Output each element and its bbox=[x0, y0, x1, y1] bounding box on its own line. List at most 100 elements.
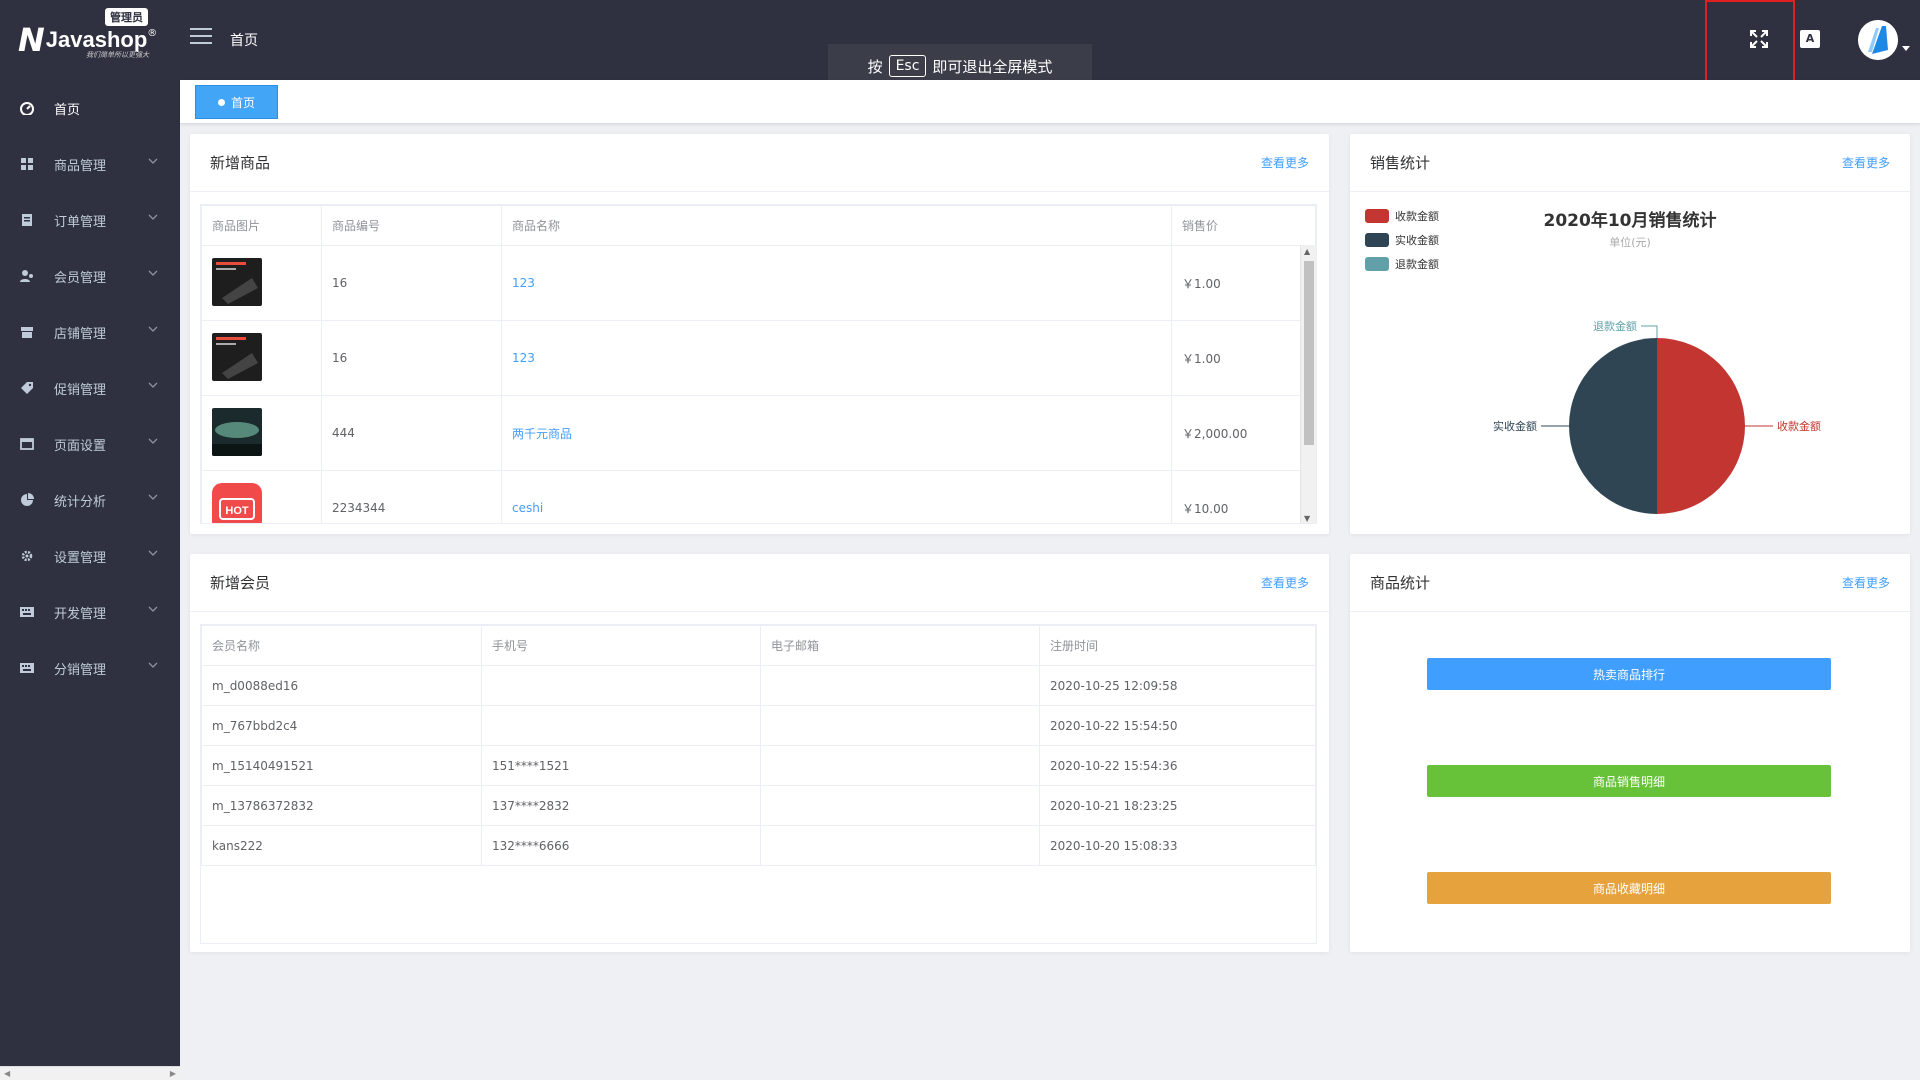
column-header[interactable]: 注册时间 bbox=[1039, 625, 1316, 666]
sidebar-item-6[interactable]: 页面设置 bbox=[0, 416, 180, 472]
breadcrumb: 首页 bbox=[230, 33, 258, 49]
tags-view: 首页 bbox=[180, 80, 1920, 124]
member-name: m_767bbd2c4 bbox=[201, 705, 482, 746]
pie-label: 退款金额 bbox=[1593, 319, 1637, 333]
product-thumbnail[interactable] bbox=[212, 407, 262, 456]
label-leader-line bbox=[1641, 325, 1658, 338]
view-more-link[interactable]: 查看更多 bbox=[1261, 574, 1309, 591]
goods-price: ￥1.00 bbox=[1171, 320, 1316, 396]
avatar[interactable] bbox=[1858, 20, 1898, 60]
table-row: m_15140491521 151****1521 2020-10-22 15:54… bbox=[201, 745, 1316, 786]
column-header[interactable]: 商品名称 bbox=[501, 205, 1172, 246]
avatar-dropdown-icon[interactable] bbox=[1902, 46, 1910, 51]
sidebar-item-label: 订单管理 bbox=[54, 214, 107, 230]
product-thumbnail[interactable]: HOT bbox=[212, 482, 262, 525]
card-title: 新增商品 bbox=[210, 154, 271, 172]
grid-icon bbox=[21, 158, 33, 170]
table-row: m_767bbd2c4 2020-10-22 15:54:50 bbox=[201, 705, 1316, 746]
goods-sn: 16 bbox=[321, 245, 502, 321]
goods-sn: 444 bbox=[321, 395, 502, 471]
goods-name-link[interactable]: 123 bbox=[501, 245, 1172, 321]
sidebar-item-label: 店铺管理 bbox=[54, 326, 107, 342]
scroll-left-arrow-icon[interactable]: ◀ bbox=[4, 1069, 10, 1078]
member-mobile: 151****1521 bbox=[481, 745, 761, 786]
sidebar-item-label: 首页 bbox=[54, 102, 81, 118]
member-mobile: 137****2832 bbox=[481, 785, 761, 826]
column-header[interactable]: 手机号 bbox=[481, 625, 761, 666]
pie-icon bbox=[21, 493, 34, 506]
goods-name-link[interactable]: 123 bbox=[501, 320, 1172, 396]
hot-goods-ranking-button[interactable]: 热卖商品排行 bbox=[1427, 658, 1831, 690]
sidebar-horizontal-scrollbar[interactable]: ◀ ▶ bbox=[0, 1066, 180, 1080]
members-icon bbox=[20, 270, 33, 282]
column-header[interactable]: 销售价 bbox=[1171, 205, 1316, 246]
tag-home[interactable]: 首页 bbox=[195, 85, 279, 119]
chevron-down-icon bbox=[148, 438, 158, 444]
chevron-down-icon bbox=[148, 270, 158, 276]
pie-slice[interactable] bbox=[1657, 338, 1745, 514]
sidebar-item-8[interactable]: 设置管理 bbox=[0, 528, 180, 584]
column-header[interactable]: 商品图片 bbox=[201, 205, 322, 246]
member-name: m_13786372832 bbox=[201, 785, 482, 826]
table-row: 16 123 ￥1.00 bbox=[201, 320, 1316, 396]
sidebar-item-4[interactable]: 店铺管理 bbox=[0, 304, 180, 360]
sidebar-item-0[interactable]: 首页 bbox=[0, 80, 180, 136]
goods-collection-detail-button[interactable]: 商品收藏明细 bbox=[1427, 872, 1831, 904]
avatar-logo-icon bbox=[1858, 20, 1898, 60]
scrollbar-thumb[interactable] bbox=[1304, 261, 1314, 445]
sidebar-item-10[interactable]: 分销管理 bbox=[0, 640, 180, 696]
column-header[interactable]: 商品编号 bbox=[321, 205, 502, 246]
dev-icon bbox=[20, 607, 34, 617]
view-more-link[interactable]: 查看更多 bbox=[1842, 574, 1890, 591]
dashboard-icon bbox=[20, 102, 34, 115]
sidebar-item-1[interactable]: 商品管理 bbox=[0, 136, 180, 192]
active-dot-icon bbox=[218, 98, 225, 106]
chevron-down-icon bbox=[148, 382, 158, 388]
fullscreen-icon[interactable] bbox=[1750, 30, 1768, 48]
goods-table-container: 商品图片 商品编号 商品名称 销售价 16 123 ￥1.00 16 123 ￥… bbox=[200, 204, 1317, 524]
logo-registered: ® bbox=[147, 27, 158, 39]
goods-name-link[interactable]: 两千元商品 bbox=[501, 395, 1172, 471]
chevron-down-icon bbox=[148, 158, 158, 164]
hamburger-menu-icon[interactable] bbox=[190, 28, 212, 46]
members-table-container: 会员名称 手机号 电子邮箱 注册时间 m_d0088ed16 2020-10-25… bbox=[200, 624, 1317, 944]
product-thumbnail[interactable] bbox=[212, 332, 262, 381]
admin-badge: 管理员 bbox=[105, 8, 148, 26]
sidebar-item-3[interactable]: 会员管理 bbox=[0, 248, 180, 304]
chevron-down-icon bbox=[148, 326, 158, 332]
pie-slice[interactable] bbox=[1569, 338, 1657, 514]
table-row: 16 123 ￥1.00 bbox=[201, 245, 1316, 321]
goods-price: ￥2,000.00 bbox=[1171, 395, 1316, 471]
sidebar-item-label: 商品管理 bbox=[54, 158, 107, 174]
sidebar-item-7[interactable]: 统计分析 bbox=[0, 472, 180, 528]
goods-table-scrollbar[interactable]: ▲ ▼ bbox=[1300, 245, 1316, 523]
column-header[interactable]: 会员名称 bbox=[201, 625, 482, 666]
goods-table: 商品图片 商品编号 商品名称 销售价 16 123 ￥1.00 16 123 ￥… bbox=[201, 205, 1316, 525]
order-icon bbox=[22, 214, 32, 226]
sidebar-item-9[interactable]: 开发管理 bbox=[0, 584, 180, 640]
sidebar-item-5[interactable]: 促销管理 bbox=[0, 360, 180, 416]
column-header[interactable]: 电子邮箱 bbox=[760, 625, 1040, 666]
scroll-down-arrow-icon[interactable]: ▼ bbox=[1304, 514, 1310, 523]
member-time: 2020-10-20 15:08:33 bbox=[1039, 825, 1316, 866]
tag-icon bbox=[21, 382, 33, 394]
sidebar-item-2[interactable]: 订单管理 bbox=[0, 192, 180, 248]
logo[interactable]: N Javashop ® 管理员 我们简单所以更强大 bbox=[0, 0, 180, 80]
sidebar-item-label: 会员管理 bbox=[54, 270, 107, 286]
sidebar: N Javashop ® 管理员 我们简单所以更强大 首页商品管理订单管理会员管… bbox=[0, 0, 180, 1080]
member-mobile bbox=[481, 705, 761, 746]
product-thumbnail[interactable] bbox=[212, 257, 262, 306]
sales-stats-card: 销售统计 查看更多 收款金额 实收金额 退款金额 2020年10月销售统计 单位(元… bbox=[1350, 134, 1910, 534]
scroll-right-arrow-icon[interactable]: ▶ bbox=[170, 1069, 176, 1078]
scroll-up-arrow-icon[interactable]: ▲ bbox=[1304, 247, 1310, 256]
goods-stats-card: 商品统计 查看更多 热卖商品排行 商品销售明细 商品收藏明细 bbox=[1350, 554, 1910, 952]
esc-key: Esc bbox=[888, 55, 927, 77]
goods-sales-detail-button[interactable]: 商品销售明细 bbox=[1427, 765, 1831, 797]
table-row: m_13786372832 137****2832 2020-10-21 18:23… bbox=[201, 785, 1316, 826]
language-icon[interactable]: A bbox=[1800, 30, 1820, 48]
view-more-link[interactable]: 查看更多 bbox=[1261, 154, 1309, 171]
sidebar-item-label: 开发管理 bbox=[54, 606, 107, 622]
goods-name-link[interactable]: ceshi bbox=[501, 470, 1172, 523]
member-name: m_d0088ed16 bbox=[201, 665, 482, 706]
member-email bbox=[760, 825, 1040, 866]
